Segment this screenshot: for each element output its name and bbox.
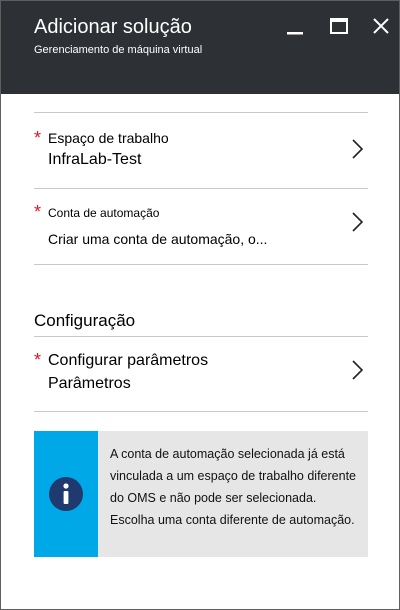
minimize-button[interactable] xyxy=(282,13,308,39)
close-icon xyxy=(373,18,389,34)
blade-title: Adicionar solução xyxy=(34,16,192,38)
automation-account-value: Criar uma conta de automação, o... xyxy=(48,231,268,247)
configure-parameters-value: Parâmetros xyxy=(48,375,131,392)
chevron-right-icon xyxy=(352,139,364,159)
required-marker: * xyxy=(34,350,42,370)
configuration-section-title: Configuração xyxy=(34,311,136,330)
automation-account-label: Conta de automação xyxy=(48,206,160,220)
workspace-label: Espaço de trabalho xyxy=(48,130,169,146)
maximize-icon xyxy=(330,18,348,34)
chevron-right-icon xyxy=(352,360,364,380)
blade-subtitle: Gerenciamento de máquina virtual xyxy=(34,44,203,56)
divider xyxy=(34,411,368,412)
automation-account-field[interactable]: * Conta de automação Criar uma conta de … xyxy=(34,189,368,263)
maximize-button[interactable] xyxy=(326,13,352,39)
chevron-right-icon xyxy=(352,212,364,232)
info-icon-panel xyxy=(34,431,98,557)
info-icon xyxy=(49,477,83,511)
blade: Adicionar solução Gerenciamento de máqui… xyxy=(0,0,400,610)
configure-parameters-label: Configurar parâmetros xyxy=(48,352,209,369)
divider xyxy=(34,264,368,265)
workspace-field[interactable]: * Espaço de trabalho InfraLab-Test xyxy=(34,113,368,187)
minimize-icon xyxy=(287,32,303,35)
workspace-value: InfraLab-Test xyxy=(48,151,142,168)
configure-parameters-field[interactable]: * Configurar parâmetros Parâmetros xyxy=(34,337,368,411)
info-message-box: A conta de automação selecionada já está… xyxy=(34,431,368,557)
blade-header: Adicionar solução Gerenciamento de máqui… xyxy=(1,1,399,94)
required-marker: * xyxy=(34,202,42,222)
required-marker: * xyxy=(34,128,42,148)
close-button[interactable] xyxy=(368,13,394,39)
info-message: A conta de automação selecionada já está… xyxy=(110,447,356,527)
